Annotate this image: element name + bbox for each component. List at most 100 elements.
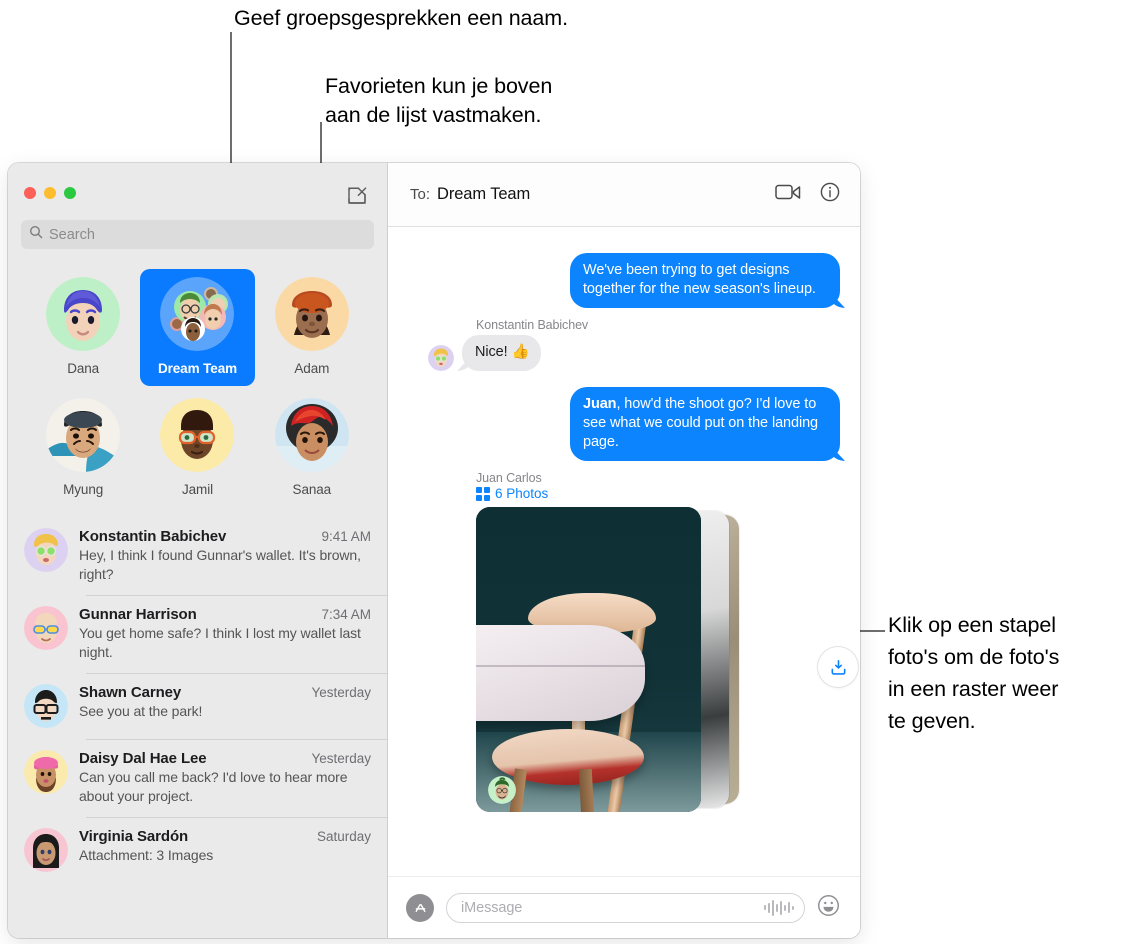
conversation-snippet: Hey, I think I found Gunnar's wallet. It… [79,547,361,582]
marble-table [476,625,645,721]
conversation-time: 7:34 AM [321,607,371,622]
avatar [274,398,349,472]
callout-name-group-conversations: Geef groepsgesprekken een naam. [234,6,568,30]
compose-icon[interactable] [346,184,368,206]
message-thread: We've been trying to get designs togethe… [388,227,860,876]
zoom-button[interactable] [64,187,76,199]
conversation-header: To: Dream Team [388,163,860,227]
search-placeholder: Search [49,226,95,243]
audio-waveform-icon[interactable] [764,899,794,916]
conversation-row-daisy[interactable]: Daisy Dal Hae Lee Yesterday Can you call… [8,739,387,817]
close-button[interactable] [24,187,36,199]
message-bubble[interactable]: We've been trying to get designs togethe… [570,253,840,308]
message-mention: Juan [583,396,617,412]
traffic-lights [24,187,76,199]
conversation-row-konstantin[interactable]: Konstantin Babichev 9:41 AM Hey, I think… [8,517,387,595]
emoji-smiley-icon[interactable] [817,894,840,922]
conversation-time: Saturday [316,829,371,844]
avatar [488,776,516,804]
avatar [428,345,454,371]
avatar [160,398,235,472]
favorite-label: Myung [63,482,104,497]
favorite-label: Dana [67,361,100,376]
message-composer: iMessage [388,876,860,938]
message-input[interactable]: iMessage [446,892,805,923]
avatar [24,606,68,650]
minimize-button[interactable] [44,187,56,199]
message-bubble[interactable]: Nice! 👍 [462,335,542,371]
messages-window: Search Dana Dream Team Adam Myung Jamil … [8,163,860,938]
callout-pin-favorites: Favorieten kun je boven aan de lijst vas… [325,74,553,127]
conversation-top: Daisy Dal Hae Lee Yesterday [79,750,371,767]
download-icon[interactable] [818,647,858,687]
conversation-name: Daisy Dal Hae Lee [79,750,207,767]
message-row-outgoing: Juan, how'd the shoot go? I'd love to se… [408,387,840,461]
info-icon[interactable] [820,182,840,207]
favorite-label: Dream Team [157,361,238,376]
search-container: Search [8,220,387,249]
conversation-name: Shawn Carney [79,684,182,701]
favorite-sanaa[interactable]: Sanaa [255,390,369,507]
chair-front-leg-center [578,768,595,812]
conversation-time: Yesterday [311,751,371,766]
conversation-top: Gunnar Harrison 7:34 AM [79,606,371,623]
screenshot-root: Geef groepsgesprekken een naam. Favoriet… [0,0,1141,944]
conversation-time: 9:41 AM [321,529,371,544]
message-sender-name: Konstantin Babichev [476,318,589,332]
sidebar: Search Dana Dream Team Adam Myung Jamil … [8,163,388,938]
search-input[interactable]: Search [21,220,374,249]
conversation-body: Konstantin Babichev 9:41 AM Hey, I think… [79,528,371,584]
conversation-time: Yesterday [311,685,371,700]
conversation-row-gunnar[interactable]: Gunnar Harrison 7:34 AM You get home saf… [8,595,387,673]
conversation-snippet: See you at the park! [79,703,203,719]
favorite-jamil[interactable]: Jamil [140,390,254,507]
avatar [24,684,68,728]
avatar [24,750,68,794]
photo-count-link[interactable]: 6 Photos [476,486,840,501]
recipient-name[interactable]: Dream Team [437,185,530,204]
avatar [46,398,121,472]
window-titlebar [8,163,387,220]
conversation-body: Shawn Carney Yesterday See you at the pa… [79,684,371,728]
conversation-body: Daisy Dal Hae Lee Yesterday Can you call… [79,750,371,806]
photo-count-label: 6 Photos [495,486,549,501]
message-row-outgoing: We've been trying to get designs togethe… [408,253,840,308]
avatar [46,277,121,351]
favorite-label: Sanaa [292,482,332,497]
conversation-body: Gunnar Harrison 7:34 AM You get home saf… [79,606,371,662]
message-bubble[interactable]: Juan, how'd the shoot go? I'd love to se… [570,387,840,461]
favorite-dana[interactable]: Dana [26,269,140,386]
conversation-snippet: Can you call me back? I'd love to hear m… [79,769,348,804]
conversation-body: Virginia Sardón Saturday Attachment: 3 I… [79,828,371,872]
favorite-dream-team[interactable]: Dream Team [140,269,255,386]
conversation-top: Konstantin Babichev 9:41 AM [79,528,371,545]
conversation-name: Konstantin Babichev [79,528,227,545]
conversation-row-virginia[interactable]: Virginia Sardón Saturday Attachment: 3 I… [8,817,387,883]
conversation-top: Virginia Sardón Saturday [79,828,371,845]
conversation-top: Shawn Carney Yesterday [79,684,371,701]
avatar [274,277,349,351]
conversation-snippet: Attachment: 3 Images [79,847,214,863]
conversation-snippet: You get home safe? I think I lost my wal… [79,625,361,660]
conversation-name: Virginia Sardón [79,828,189,845]
favorite-myung[interactable]: Myung [26,390,140,507]
message-row-incoming: Nice! 👍 [408,335,840,371]
message-text: , how'd the shoot go? I'd love to see wh… [583,396,819,450]
avatar-group [160,277,235,351]
photo-card-front[interactable] [476,507,701,812]
photo-sender-name: Juan Carlos [476,471,542,485]
avatar [24,828,68,872]
callout-photo-stack: Klik op een stapel foto's om de foto's i… [888,613,1060,733]
to-label: To: [410,186,431,203]
photo-stack[interactable] [476,507,858,812]
photo-stack-block: Juan Carlos 6 Photos [476,471,858,812]
avatar [24,528,68,572]
conversation-row-shawn[interactable]: Shawn Carney Yesterday See you at the pa… [8,673,387,739]
favorite-adam[interactable]: Adam [255,269,369,386]
app-store-icon[interactable] [406,893,434,922]
video-camera-icon[interactable] [775,183,801,206]
favorites-grid: Dana Dream Team Adam Myung Jamil Sanaa [8,249,387,511]
conversation-name: Gunnar Harrison [79,606,197,623]
grid-2x2-icon [476,486,490,501]
favorite-label: Adam [294,361,330,376]
